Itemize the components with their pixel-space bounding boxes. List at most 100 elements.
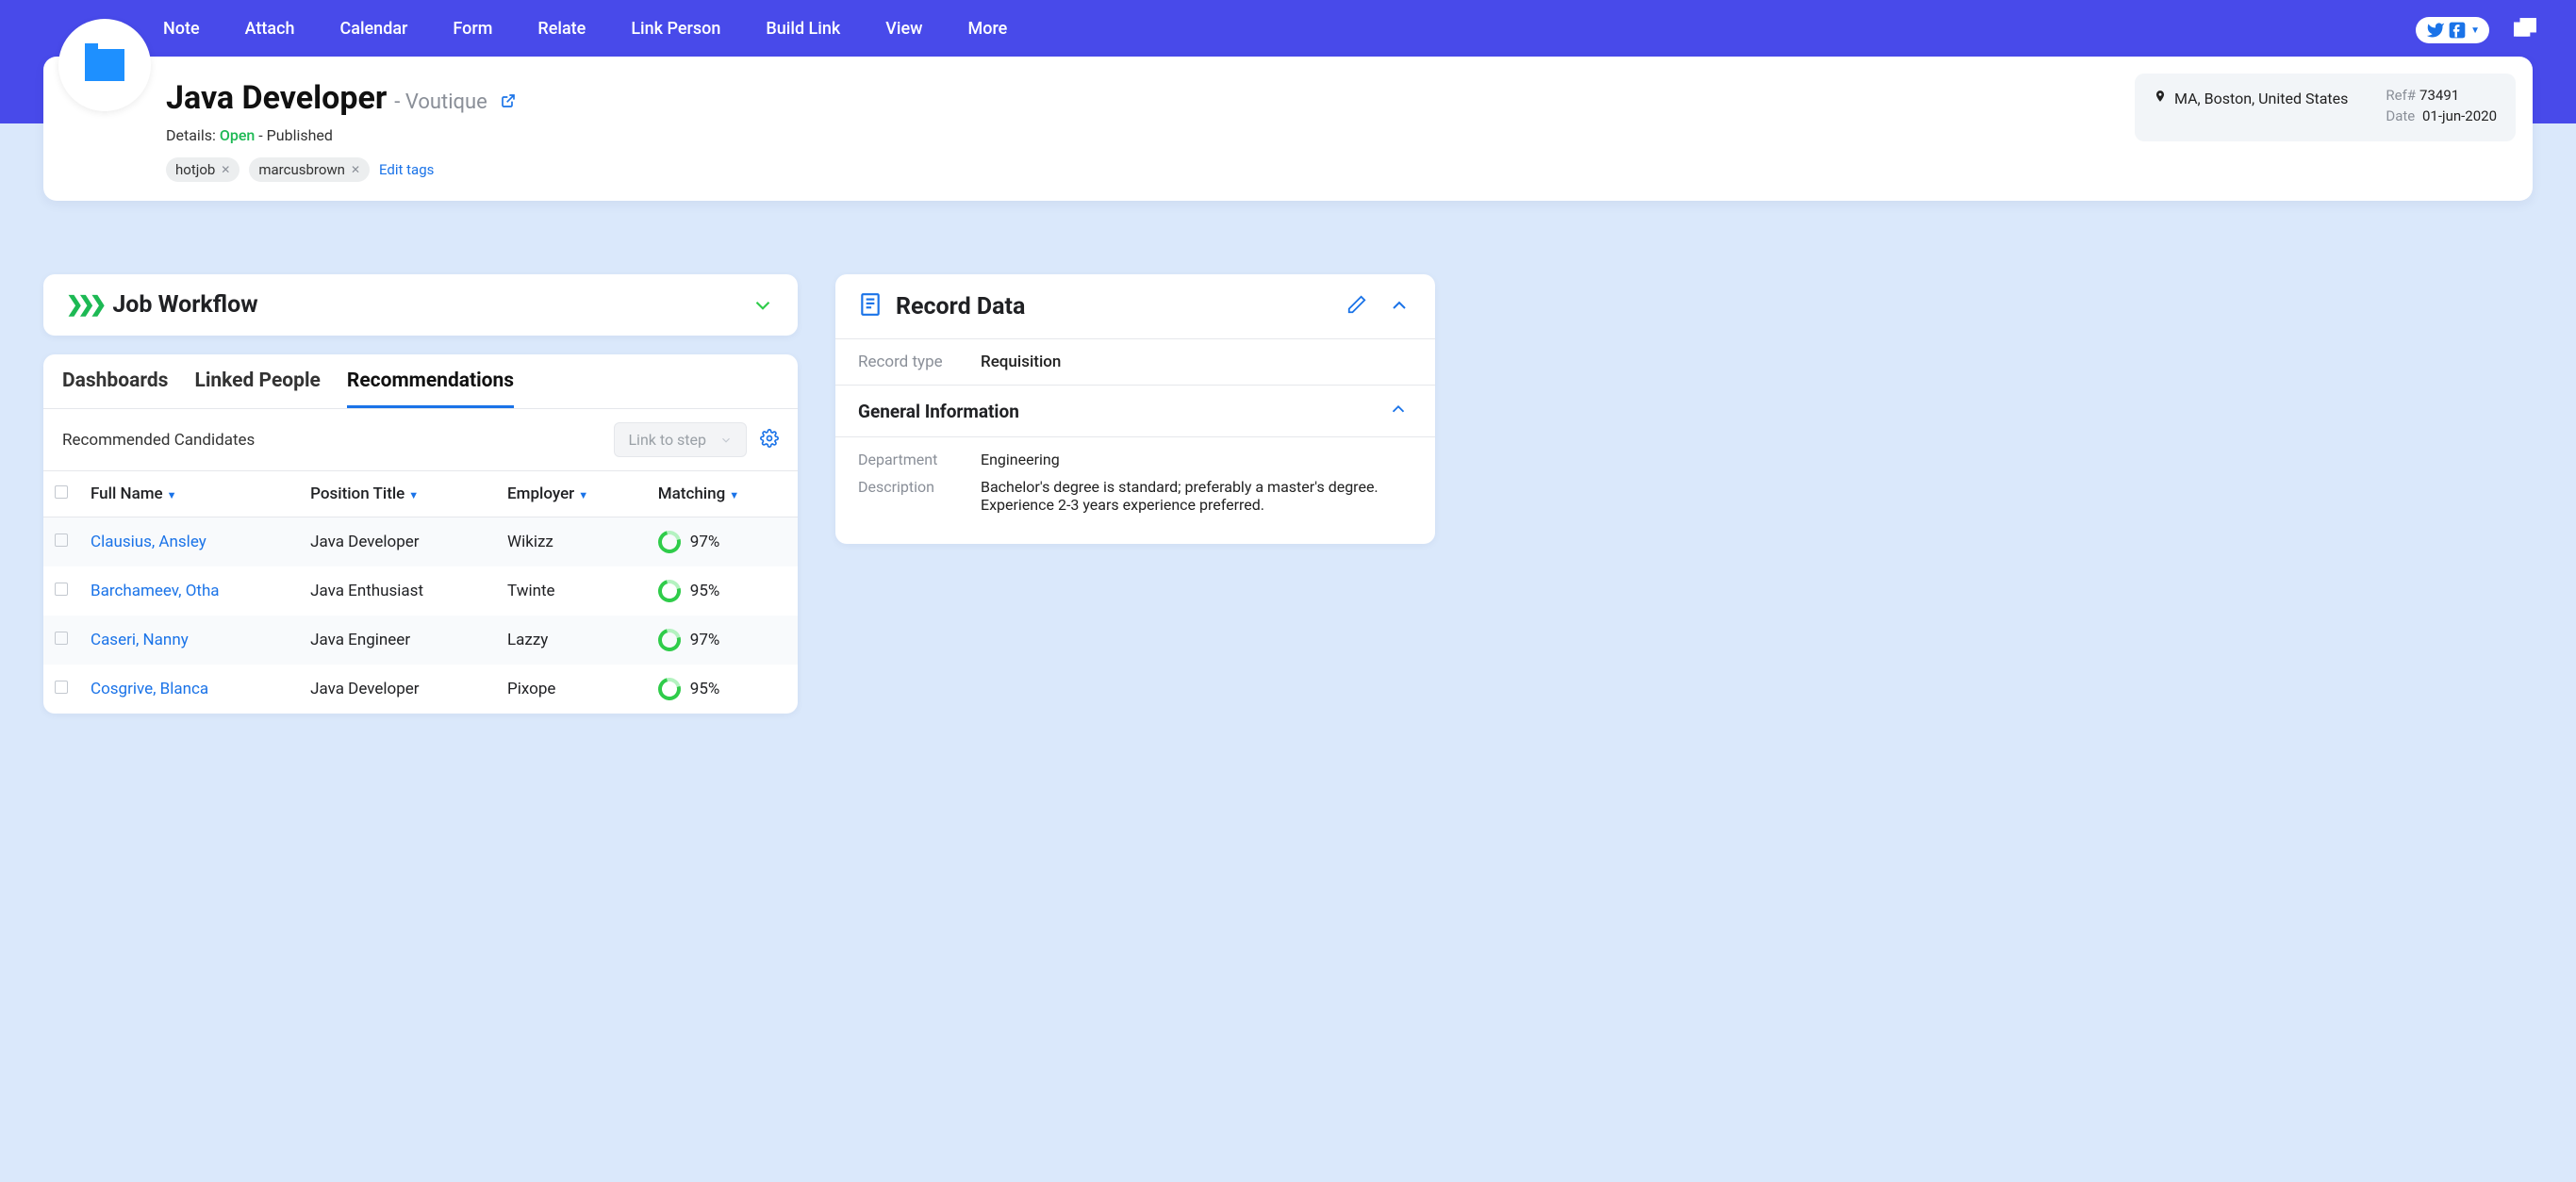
employer-cell: Wikizz bbox=[496, 517, 647, 567]
tab-dashboards[interactable]: Dashboards bbox=[62, 369, 168, 408]
nav-form[interactable]: Form bbox=[453, 19, 492, 39]
match-value: 95% bbox=[690, 582, 720, 600]
row-checkbox[interactable] bbox=[55, 583, 68, 596]
external-link-icon[interactable] bbox=[501, 93, 516, 112]
nav-build-link[interactable]: Build Link bbox=[766, 19, 840, 39]
job-header-card: Java Developer - Voutique Details: Open … bbox=[43, 57, 2533, 201]
record-type-value: Requisition bbox=[981, 353, 1061, 371]
employer-cell: Twinte bbox=[496, 566, 647, 616]
position-cell: Java Developer bbox=[299, 665, 496, 714]
nav-calendar[interactable]: Calendar bbox=[340, 19, 408, 39]
candidate-name-link[interactable]: Cosgrive, Blanca bbox=[91, 680, 208, 698]
chevron-up-icon[interactable] bbox=[1388, 399, 1412, 423]
table-row: Barchameev, Otha Java EnthusiastTwinte 95% bbox=[43, 566, 798, 616]
chevron-down-icon[interactable] bbox=[751, 293, 775, 318]
match-value: 97% bbox=[690, 631, 720, 649]
desc-label: Description bbox=[858, 478, 981, 496]
social-pill: ▼ bbox=[2416, 17, 2489, 43]
desc-value: Bachelor's degree is standard; preferabl… bbox=[981, 478, 1412, 514]
windows-icon[interactable] bbox=[2514, 18, 2538, 42]
nav-relate[interactable]: Relate bbox=[537, 19, 586, 39]
employer-cell: Lazzy bbox=[496, 616, 647, 665]
position-cell: Java Developer bbox=[299, 517, 496, 567]
col-position[interactable]: Position Title bbox=[310, 484, 405, 503]
top-bar: Note Attach Calendar Form Relate Link Pe… bbox=[0, 0, 2576, 123]
match-value: 95% bbox=[690, 680, 720, 698]
employer-cell: Pixope bbox=[496, 665, 647, 714]
match-ring-icon bbox=[653, 625, 685, 656]
col-employer[interactable]: Employer bbox=[507, 484, 574, 503]
edit-tags-link[interactable]: Edit tags bbox=[379, 161, 434, 178]
nav-link-person[interactable]: Link Person bbox=[631, 19, 720, 39]
date-label: Date bbox=[2386, 107, 2415, 124]
select-all-checkbox[interactable] bbox=[55, 485, 68, 499]
chevron-up-icon[interactable] bbox=[1388, 294, 1412, 319]
table-row: Cosgrive, Blanca Java DeveloperPixope 95% bbox=[43, 665, 798, 714]
dept-value: Engineering bbox=[981, 451, 1060, 468]
record-data-title: Record Data bbox=[896, 293, 1333, 320]
nav-note[interactable]: Note bbox=[163, 19, 200, 39]
folder-icon bbox=[85, 49, 124, 81]
nav-more[interactable]: More bbox=[968, 19, 1008, 39]
sort-icon[interactable]: ▼ bbox=[408, 489, 419, 501]
tabs-panel: Dashboards Linked People Recommendations… bbox=[43, 354, 798, 714]
dropdown-caret-icon[interactable]: ▼ bbox=[2470, 25, 2480, 36]
nav-view[interactable]: View bbox=[885, 19, 922, 39]
workflow-panel: ❯❯❯ Job Workflow bbox=[43, 274, 798, 336]
remove-tag-icon[interactable]: ✕ bbox=[351, 163, 360, 176]
candidate-name-link[interactable]: Clausius, Ansley bbox=[91, 533, 206, 551]
tag-marcusbrown[interactable]: marcusbrown✕ bbox=[249, 157, 370, 182]
recommended-label: Recommended Candidates bbox=[62, 431, 255, 450]
record-data-panel: Record Data Record type Requisition Gene… bbox=[835, 274, 1435, 544]
published-label: - Published bbox=[258, 126, 333, 144]
sort-icon[interactable]: ▼ bbox=[578, 489, 588, 501]
details-label: Details: bbox=[166, 126, 216, 144]
workflow-arrows-icon: ❯❯❯ bbox=[66, 293, 101, 317]
match-ring-icon bbox=[653, 674, 685, 705]
location-text: MA, Boston, United States bbox=[2174, 90, 2348, 107]
col-full-name[interactable]: Full Name bbox=[91, 484, 163, 503]
gear-icon[interactable] bbox=[760, 429, 779, 451]
ref-value: 73491 bbox=[2419, 87, 2459, 104]
tag-hotjob[interactable]: hotjob✕ bbox=[166, 157, 239, 182]
tab-linked-people[interactable]: Linked People bbox=[194, 369, 320, 408]
match-value: 97% bbox=[690, 533, 720, 551]
link-to-step-button[interactable]: Link to step bbox=[614, 422, 747, 457]
position-cell: Java Engineer bbox=[299, 616, 496, 665]
ref-label: Ref# bbox=[2386, 87, 2416, 104]
row-checkbox[interactable] bbox=[55, 534, 68, 547]
tab-recommendations[interactable]: Recommendations bbox=[347, 369, 514, 408]
date-value: 01-jun-2020 bbox=[2422, 107, 2497, 124]
facebook-icon[interactable] bbox=[2448, 21, 2467, 40]
sort-icon[interactable]: ▼ bbox=[167, 489, 177, 501]
document-icon bbox=[858, 291, 883, 321]
workflow-title: Job Workflow bbox=[112, 291, 739, 319]
general-info-title: General Information bbox=[858, 401, 1019, 422]
remove-tag-icon[interactable]: ✕ bbox=[221, 163, 230, 176]
row-checkbox[interactable] bbox=[55, 681, 68, 694]
candidates-table: Full Name▼ Position Title▼ Employer▼ Mat… bbox=[43, 471, 798, 714]
sort-icon[interactable]: ▼ bbox=[729, 489, 739, 501]
job-meta-box: MA, Boston, United States Ref#73491 Date… bbox=[2135, 74, 2516, 141]
table-row: Caseri, Nanny Java EngineerLazzy 97% bbox=[43, 616, 798, 665]
candidate-name-link[interactable]: Barchameev, Otha bbox=[91, 582, 220, 600]
status-value: Open bbox=[220, 126, 256, 144]
location-pin-icon bbox=[2154, 87, 2167, 110]
job-title: Java Developer bbox=[166, 79, 387, 117]
dept-label: Department bbox=[858, 451, 981, 468]
edit-pencil-icon[interactable] bbox=[1346, 294, 1367, 319]
candidate-name-link[interactable]: Caseri, Nanny bbox=[91, 631, 189, 649]
twitter-icon[interactable] bbox=[2425, 21, 2446, 40]
top-nav: Note Attach Calendar Form Relate Link Pe… bbox=[0, 0, 2576, 39]
match-ring-icon bbox=[653, 576, 685, 607]
col-matching[interactable]: Matching bbox=[658, 484, 725, 503]
row-checkbox[interactable] bbox=[55, 632, 68, 645]
position-cell: Java Enthusiast bbox=[299, 566, 496, 616]
match-ring-icon bbox=[653, 527, 685, 558]
table-row: Clausius, Ansley Java DeveloperWikizz 97% bbox=[43, 517, 798, 567]
job-company: - Voutique bbox=[394, 90, 487, 114]
record-avatar bbox=[58, 19, 151, 111]
record-type-label: Record type bbox=[858, 353, 981, 371]
topbar-right: ▼ bbox=[2416, 17, 2538, 43]
nav-attach[interactable]: Attach bbox=[245, 19, 295, 39]
